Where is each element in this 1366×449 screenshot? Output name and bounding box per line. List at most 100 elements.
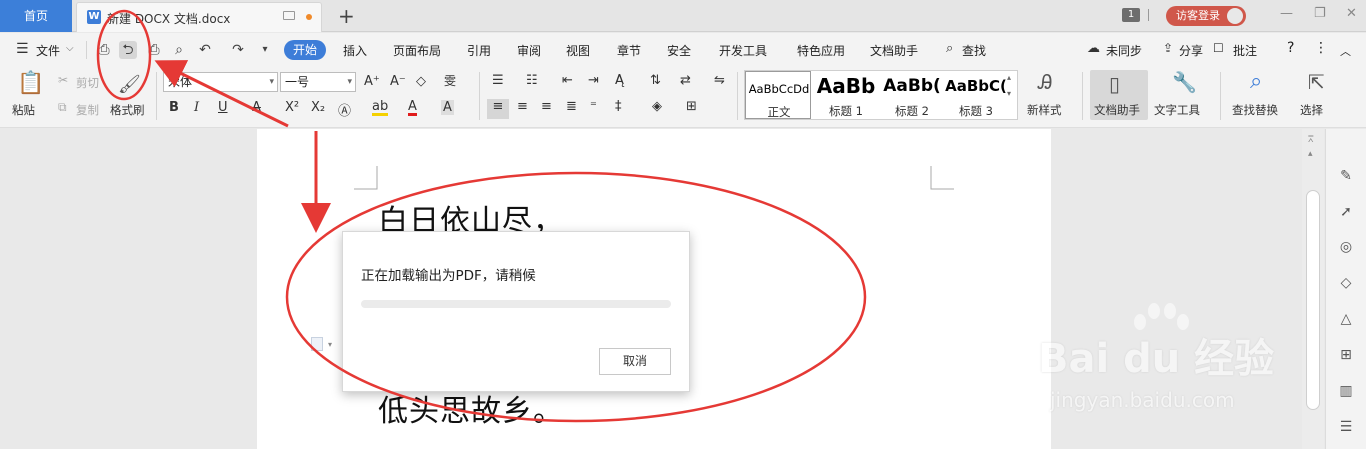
clear-format-icon[interactable]: ◇: [416, 74, 426, 89]
tab-page-layout[interactable]: 页面布局: [393, 42, 441, 59]
align-center-button[interactable]: ≡: [517, 99, 528, 114]
window-count-badge[interactable]: 1: [1122, 8, 1140, 22]
numbering-icon[interactable]: ☷: [526, 73, 538, 88]
minimize-button[interactable]: —: [1280, 6, 1293, 21]
justify-button[interactable]: ≣: [566, 99, 577, 114]
tab-references[interactable]: 引用: [467, 42, 491, 59]
bold-button[interactable]: B: [169, 100, 179, 115]
paste-label[interactable]: 粘贴: [12, 102, 35, 118]
chart-icon[interactable]: ▥: [1337, 382, 1355, 400]
comment-button[interactable]: 批注: [1233, 42, 1257, 59]
tab-insert[interactable]: 插入: [343, 42, 367, 59]
style-normal[interactable]: AaBbCcDd 正文: [745, 71, 811, 119]
sync-status[interactable]: 未同步: [1106, 42, 1142, 59]
cursor-icon[interactable]: ➚: [1337, 203, 1355, 221]
style-heading-2[interactable]: AaBb( 标题 2: [879, 71, 945, 119]
share-button[interactable]: 分享: [1179, 42, 1203, 59]
shrink-font-icon[interactable]: A⁻: [390, 74, 406, 89]
tab-document[interactable]: W 新建 DOCX 文档.docx: [76, 2, 322, 32]
sort-icon[interactable]: ⇅: [650, 73, 661, 88]
search-icon[interactable]: ⌕: [946, 41, 953, 56]
tab-review[interactable]: 审阅: [517, 42, 541, 59]
italic-button[interactable]: I: [194, 100, 199, 115]
styles-scroll-down-icon[interactable]: ▾: [1007, 89, 1011, 98]
grow-font-icon[interactable]: A⁺: [364, 74, 380, 89]
tab-view[interactable]: 视图: [566, 42, 590, 59]
hamburger-icon[interactable]: ☰: [16, 41, 29, 57]
badge-icon[interactable]: ◎: [1337, 238, 1355, 256]
scroll-top-icon[interactable]: ⩞: [1308, 135, 1313, 145]
paragraph-spacing-icon[interactable]: ‡: [615, 99, 622, 114]
new-tab-button[interactable]: +: [338, 4, 355, 28]
print-preview-icon[interactable]: ⌕: [170, 41, 188, 59]
chevron-down-icon[interactable]: ▾: [328, 340, 332, 349]
align-right-button[interactable]: ≡: [541, 99, 552, 114]
document-text-line[interactable]: 低头思故乡。: [378, 386, 564, 430]
font-name-select[interactable]: 宋体 ▾: [163, 72, 278, 92]
highlight-icon[interactable]: ab: [372, 100, 389, 116]
print-icon[interactable]: ⎙: [145, 41, 163, 59]
show-hide-marks-icon[interactable]: ⇄: [680, 73, 691, 88]
help-icon[interactable]: ?: [1287, 40, 1294, 56]
find-replace-button[interactable]: 查找替换: [1232, 102, 1278, 118]
chevron-down-icon[interactable]: ⌵: [66, 43, 74, 54]
style-heading-1[interactable]: AaBb 标题 1: [813, 71, 879, 119]
style-heading-3[interactable]: AaBbC( 标题 3: [943, 71, 1009, 119]
align-left-button[interactable]: ≡: [487, 99, 509, 119]
subscript-button[interactable]: X₂: [311, 100, 325, 115]
pen-icon[interactable]: ✎: [1337, 167, 1355, 185]
cut-button[interactable]: 剪切: [76, 75, 99, 91]
apps-grid-icon[interactable]: ⊞: [1337, 346, 1355, 364]
tab-special-apps[interactable]: 特色应用: [797, 42, 845, 59]
decrease-indent-icon[interactable]: ⇤: [562, 73, 573, 88]
monitor-icon[interactable]: [283, 11, 295, 20]
tab-doc-assistant[interactable]: 文档助手: [870, 42, 918, 59]
menu-file[interactable]: 文件: [36, 42, 60, 59]
settings-sliders-icon[interactable]: ☰: [1337, 418, 1355, 436]
close-button[interactable]: ✕: [1346, 6, 1357, 21]
paste-options-icon[interactable]: [311, 337, 323, 351]
increase-indent-icon[interactable]: ⇥: [588, 73, 599, 88]
tab-sections[interactable]: 章节: [617, 42, 641, 59]
tab-security[interactable]: 安全: [667, 42, 691, 59]
search-command[interactable]: 查找: [962, 42, 986, 59]
restore-button[interactable]: ❐: [1314, 6, 1326, 21]
format-painter-button[interactable]: 格式刷: [110, 102, 145, 118]
styles-scroll-up-icon[interactable]: ▴: [1007, 73, 1011, 82]
login-button[interactable]: 访客登录: [1166, 6, 1246, 26]
bullets-icon[interactable]: ☰: [492, 73, 504, 88]
undo-icon[interactable]: ↶: [196, 41, 214, 59]
tab-start[interactable]: 开始: [284, 40, 326, 60]
phonetic-guide-icon[interactable]: 雯: [444, 72, 456, 89]
redo-icon[interactable]: ↷: [229, 41, 247, 59]
paste-icon[interactable]: 📋: [17, 71, 44, 96]
new-style-button[interactable]: 新样式: [1027, 102, 1062, 118]
doc-assistant-button[interactable]: ▯ 文档助手: [1090, 70, 1148, 120]
shapes-icon[interactable]: ◇: [1337, 274, 1355, 292]
borders-icon[interactable]: ⊞: [686, 99, 697, 114]
quick-access-more-icon[interactable]: ▾: [256, 41, 274, 59]
text-effect-icon[interactable]: Ⓐ: [338, 100, 351, 119]
font-size-select[interactable]: 一号 ▾: [280, 72, 356, 92]
layers-icon[interactable]: △: [1337, 310, 1355, 328]
text-tools-button[interactable]: 文字工具: [1154, 102, 1200, 118]
chinese-layout-icon[interactable]: Ą: [615, 73, 624, 88]
underline-button[interactable]: U: [218, 100, 228, 115]
strikethrough-button[interactable]: A: [252, 100, 261, 115]
superscript-button[interactable]: X²: [285, 100, 299, 115]
save-icon[interactable]: ⎙: [95, 41, 113, 59]
tab-home[interactable]: 首页: [0, 0, 72, 32]
select-button[interactable]: 选择: [1300, 102, 1323, 118]
scroll-up-icon[interactable]: ▴: [1308, 149, 1313, 159]
collapse-ribbon-icon[interactable]: ︿: [1340, 43, 1351, 59]
shading-icon[interactable]: ◈: [652, 99, 662, 114]
cancel-button[interactable]: 取消: [599, 348, 671, 375]
export-pdf-icon[interactable]: ⮌: [119, 41, 137, 59]
copy-button[interactable]: 复制: [76, 102, 99, 118]
line-spacing-icon[interactable]: ⇋: [714, 73, 725, 88]
distribute-button[interactable]: ⁼: [590, 99, 597, 114]
font-color-icon[interactable]: A: [408, 100, 417, 116]
char-shading-icon[interactable]: A: [441, 100, 454, 115]
tab-developer[interactable]: 开发工具: [719, 42, 767, 59]
more-icon[interactable]: ⋮: [1314, 40, 1328, 56]
